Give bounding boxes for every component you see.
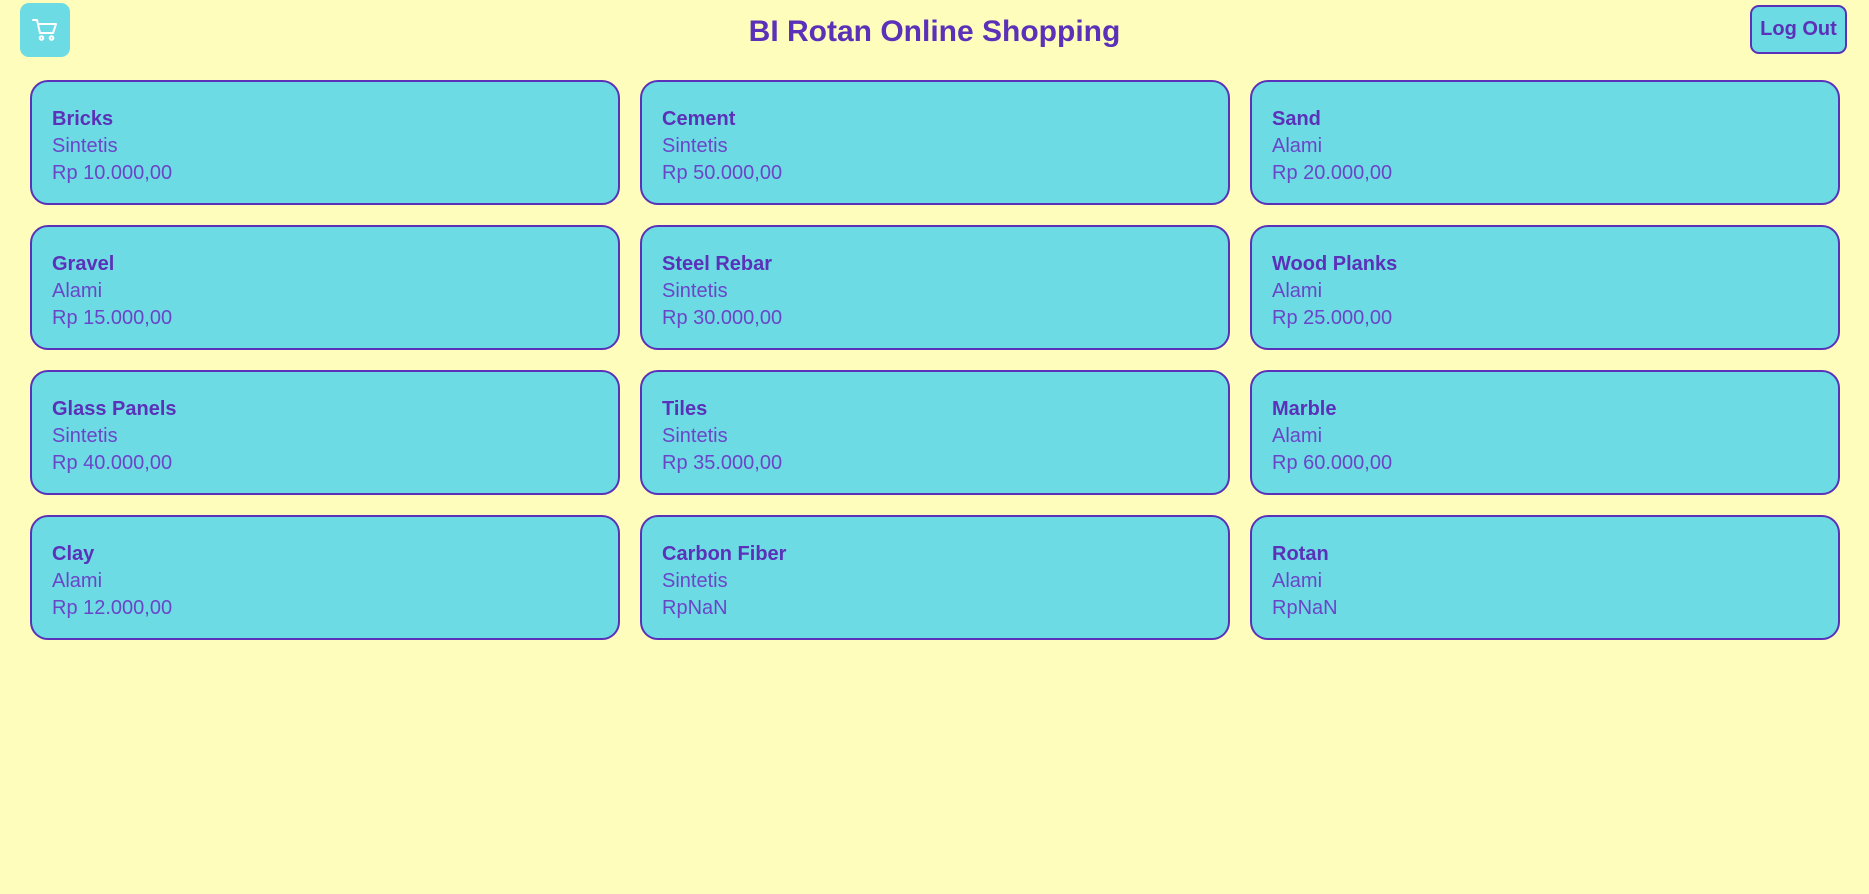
product-type: Alami	[1272, 135, 1323, 157]
product-name: Gravel	[52, 253, 115, 275]
product-card[interactable]: Carbon Fiber Sintetis RpNaN	[640, 515, 1230, 640]
product-type: Alami	[52, 280, 103, 302]
product-name: Tiles	[662, 398, 708, 420]
product-type: Sintetis	[52, 135, 118, 157]
product-price: Rp 25.000,00	[1272, 307, 1393, 329]
product-price: RpNaN	[1272, 597, 1338, 619]
product-type: Sintetis	[662, 570, 728, 592]
product-card[interactable]: Marble Alami Rp 60.000,00	[1250, 370, 1840, 495]
product-price: Rp 50.000,00	[662, 162, 783, 184]
product-card[interactable]: Tiles Sintetis Rp 35.000,00	[640, 370, 1230, 495]
product-card[interactable]: Rotan Alami RpNaN	[1250, 515, 1840, 640]
product-type: Alami	[1272, 280, 1323, 302]
product-price: Rp 15.000,00	[52, 307, 173, 329]
product-price: RpNaN	[662, 597, 728, 619]
product-name: Steel Rebar	[662, 253, 773, 275]
product-type: Alami	[1272, 570, 1323, 592]
product-card[interactable]: Sand Alami Rp 20.000,00	[1250, 80, 1840, 205]
product-name: Marble	[1272, 398, 1337, 420]
product-price: Rp 30.000,00	[662, 307, 783, 329]
product-price: Rp 35.000,00	[662, 452, 783, 474]
product-name: Glass Panels	[52, 398, 177, 420]
product-card[interactable]: Glass Panels Sintetis Rp 40.000,00	[30, 370, 620, 495]
product-price: Rp 40.000,00	[52, 452, 173, 474]
product-type: Sintetis	[662, 135, 728, 157]
product-price: Rp 60.000,00	[1272, 452, 1393, 474]
product-card[interactable]: Bricks Sintetis Rp 10.000,00	[30, 80, 620, 205]
product-price: Rp 10.000,00	[52, 162, 173, 184]
product-name: Clay	[52, 543, 95, 565]
product-type: Alami	[52, 570, 103, 592]
product-type: Sintetis	[52, 425, 118, 447]
product-type: Alami	[1272, 425, 1323, 447]
product-type: Sintetis	[662, 425, 728, 447]
product-card[interactable]: Steel Rebar Sintetis Rp 30.000,00	[640, 225, 1230, 350]
page: BI Rotan Online Shopping Log Out Bricks …	[0, 0, 1869, 894]
product-name: Carbon Fiber	[662, 543, 787, 565]
product-card[interactable]: Cement Sintetis Rp 50.000,00	[640, 80, 1230, 205]
product-card[interactable]: Clay Alami Rp 12.000,00	[30, 515, 620, 640]
product-name: Sand	[1272, 108, 1321, 130]
product-type: Sintetis	[662, 280, 728, 302]
product-card[interactable]: Wood Planks Alami Rp 25.000,00	[1250, 225, 1840, 350]
product-card[interactable]: Gravel Alami Rp 15.000,00	[30, 225, 620, 350]
product-name: Cement	[662, 108, 736, 130]
product-name: Bricks	[52, 108, 114, 130]
product-name: Wood Planks	[1272, 253, 1398, 275]
product-grid: Bricks Sintetis Rp 10.000,00 Cement Sint…	[30, 80, 1840, 640]
product-price: Rp 20.000,00	[1272, 162, 1393, 184]
product-price: Rp 12.000,00	[52, 597, 173, 619]
product-name: Rotan	[1272, 543, 1329, 565]
logout-button[interactable]: Log Out	[1750, 5, 1847, 54]
page-title: BI Rotan Online Shopping	[748, 15, 1121, 48]
